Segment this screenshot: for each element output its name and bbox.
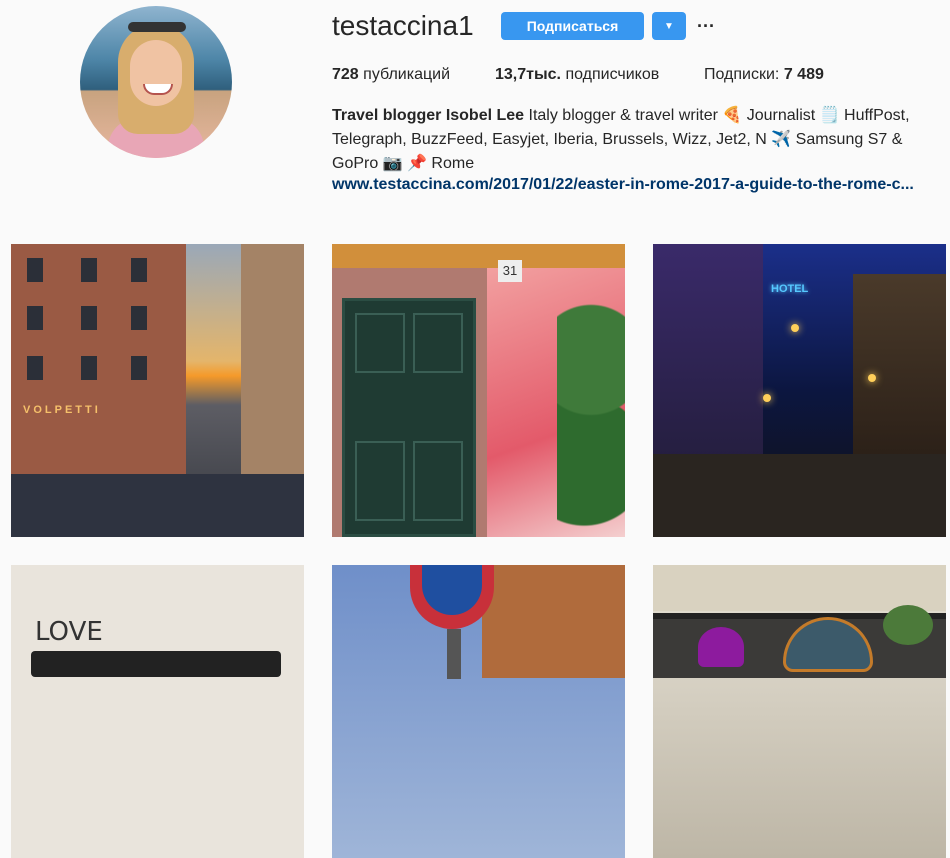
graffiti-text: LOVE xyxy=(35,617,103,647)
window xyxy=(81,258,97,282)
window xyxy=(131,306,147,330)
post-thumbnail[interactable]: HOTEL xyxy=(653,244,946,537)
followers-number: 13,7тыс. xyxy=(495,66,561,83)
door-panel xyxy=(355,441,405,521)
following-label: Подписки: xyxy=(704,66,780,83)
following-number: 7 489 xyxy=(783,66,824,83)
street-light xyxy=(763,394,771,402)
graffiti-scrawl xyxy=(31,651,281,677)
ivy xyxy=(557,284,625,537)
post-thumbnail[interactable]: LOVE xyxy=(11,565,304,858)
neon-sign: HOTEL xyxy=(771,283,809,295)
door-panel xyxy=(413,313,463,373)
posts-label: публикаций xyxy=(363,66,451,83)
house-number: 31 xyxy=(498,260,522,282)
plant xyxy=(883,605,933,645)
shop-sign: VOLPETTI xyxy=(23,404,101,416)
sign-post xyxy=(447,629,461,679)
followers-count[interactable]: 13,7тыс. подписчиков xyxy=(495,66,659,84)
window xyxy=(27,356,43,380)
cobblestone-street xyxy=(653,454,946,537)
avatar-face xyxy=(130,40,182,106)
following-count[interactable]: Подписки: 7 489 xyxy=(704,66,824,84)
street-light xyxy=(868,374,876,382)
purple-pot xyxy=(698,627,744,667)
window xyxy=(131,258,147,282)
door xyxy=(342,298,476,537)
bio-name: Travel blogger Isobel Lee xyxy=(332,107,525,124)
posts-number: 728 xyxy=(332,66,359,83)
awning xyxy=(332,244,625,268)
post-thumbnail[interactable] xyxy=(653,565,946,858)
building xyxy=(241,244,304,484)
more-options-button[interactable]: ··· xyxy=(696,12,716,40)
post-thumbnail[interactable]: VOLPETTI xyxy=(11,244,304,537)
profile-username: testaccina1 xyxy=(332,10,474,41)
ellipsis-icon: ··· xyxy=(697,15,715,36)
follow-button[interactable]: Подписаться xyxy=(501,12,644,40)
window xyxy=(27,258,43,282)
post-thumbnail[interactable]: 31 xyxy=(332,244,625,537)
window xyxy=(27,306,43,330)
followers-label: подписчиков xyxy=(565,66,660,83)
chevron-down-icon: ▼ xyxy=(664,20,674,32)
suggestions-dropdown-button[interactable]: ▼ xyxy=(652,12,686,40)
window xyxy=(81,356,97,380)
street xyxy=(11,474,304,537)
building xyxy=(653,565,946,611)
posts-count: 728 публикаций xyxy=(332,66,450,84)
bio: Travel blogger Isobel Lee Italy blogger … xyxy=(332,104,932,176)
avatar[interactable] xyxy=(80,6,232,158)
bio-link[interactable]: www.testaccina.com/2017/01/22/easter-in-… xyxy=(332,176,914,194)
window xyxy=(131,356,147,380)
post-thumbnail[interactable] xyxy=(332,565,625,858)
street-light xyxy=(791,324,799,332)
door-panel xyxy=(355,313,405,373)
window xyxy=(81,306,97,330)
building xyxy=(482,565,625,678)
door-panel xyxy=(413,441,463,521)
avatar-sunglasses xyxy=(128,22,186,32)
